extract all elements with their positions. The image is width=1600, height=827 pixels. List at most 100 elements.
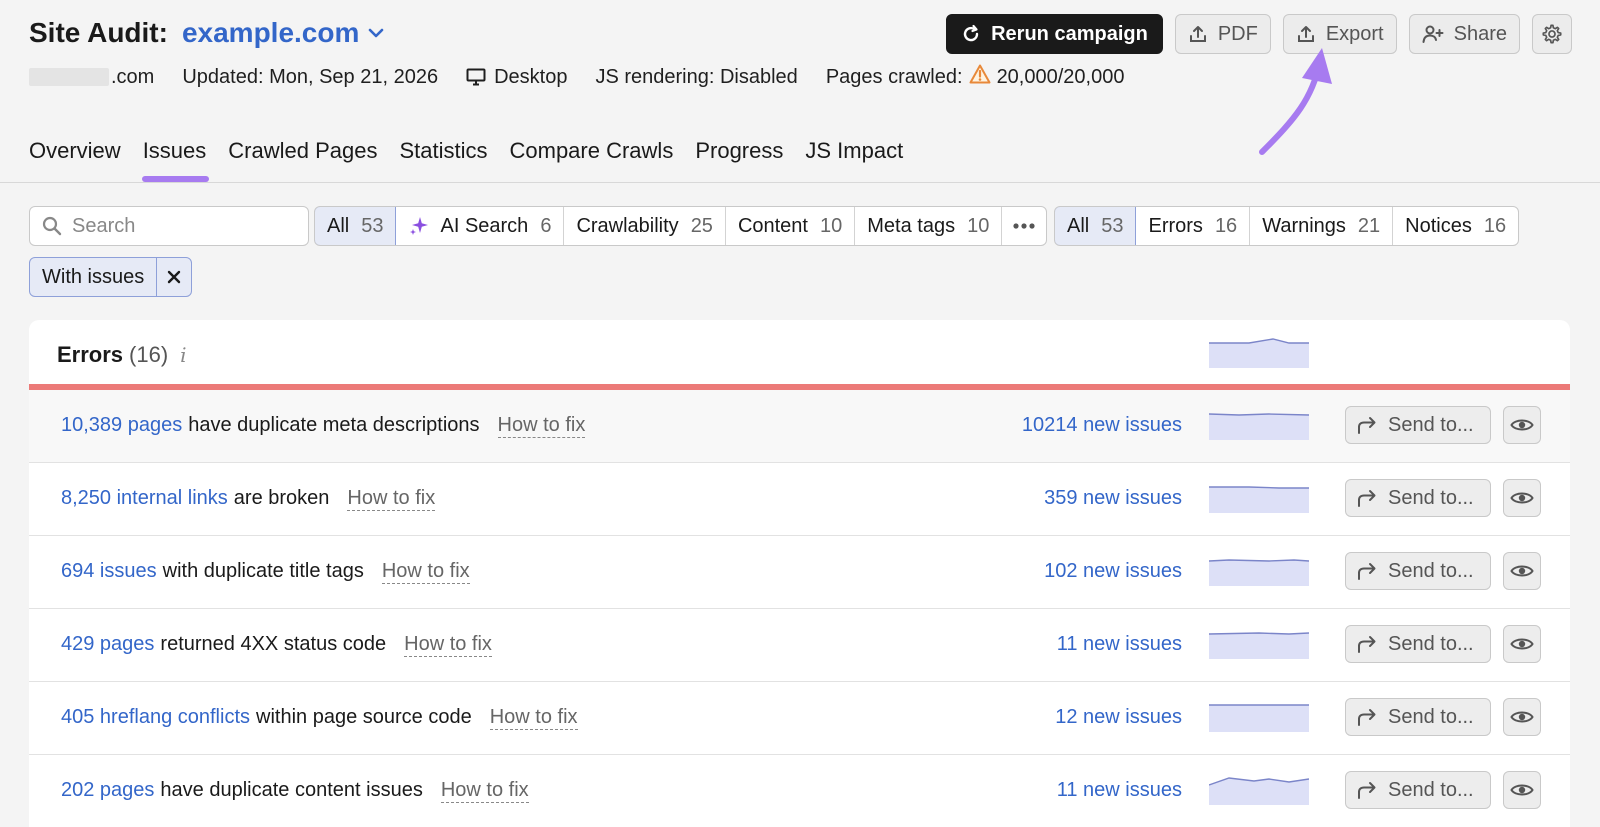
send-to-button[interactable]: Send to... [1345,479,1491,517]
issue-row: 694 issues with duplicate title tags How t… [29,536,1570,609]
pdf-button[interactable]: PDF [1174,14,1271,54]
filter-category-meta-tags[interactable]: Meta tags 10 [855,207,1003,245]
hide-issue-button[interactable] [1503,552,1541,590]
desktop-icon [466,66,488,88]
new-issues-link[interactable]: 10214 new issues [1022,414,1182,437]
upload-icon [1297,26,1314,42]
hide-issue-button[interactable] [1503,771,1541,809]
share-button[interactable]: Share [1408,14,1520,54]
issue-text: returned 4XX status code [160,633,387,655]
hide-issue-button[interactable] [1503,406,1541,444]
filter-category-ai-search[interactable]: AI Search 6 [396,207,565,245]
issue-text: are broken [233,487,330,509]
title-row: Site Audit: example.com [29,14,387,52]
issue-row: 10,389 pages have duplicate meta descript… [29,390,1570,463]
remove-filter-button[interactable] [157,258,191,296]
issue-trend-sparkline [1209,777,1309,805]
tab-statistics[interactable]: Statistics [399,134,487,180]
filter-severity-all[interactable]: All 53 [1055,207,1137,245]
issue-description: 10,389 pages have duplicate meta descript… [61,414,586,438]
search-box [29,206,309,246]
eye-icon [1510,711,1534,723]
issue-count-link[interactable]: 202 pages [61,779,154,803]
errors-trend-sparkline [1209,338,1309,368]
hide-issue-button[interactable] [1503,698,1541,736]
export-button[interactable]: Export [1282,14,1397,54]
issue-description: 694 issues with duplicate title tags How t… [61,560,470,584]
tab-js-impact[interactable]: JS Impact [805,134,903,180]
page-title: Site Audit: [29,17,168,48]
how-to-fix-link[interactable]: How to fix [404,633,492,657]
share-arrow-icon [1358,490,1376,507]
hide-issue-button[interactable] [1503,479,1541,517]
send-to-button[interactable]: Send to... [1345,406,1491,444]
issue-count-link[interactable]: 694 issues [61,560,157,584]
severity-filter-group: All 53 Errors 16 Warnings 21 Notices 16 [1054,206,1520,246]
tab-overview[interactable]: Overview [29,134,121,180]
gear-icon [1542,24,1562,44]
close-icon [168,270,181,284]
send-to-button[interactable]: Send to... [1345,552,1491,590]
how-to-fix-link[interactable]: How to fix [440,779,529,803]
errors-card-header: Errors (16) i [29,320,1570,390]
settings-button[interactable] [1532,14,1572,54]
issue-trend-sparkline [1209,632,1309,659]
chip-label: With issues [30,258,158,296]
filter-category-content[interactable]: Content 10 [726,207,856,245]
new-issues-link[interactable]: 11 new issues [1057,633,1182,656]
more-dots-icon [1013,223,1035,229]
sparkle-icon [410,217,429,235]
issue-count-link[interactable]: 8,250 internal links [61,487,228,511]
search-icon [42,216,62,236]
tab-compare-crawls[interactable]: Compare Crawls [510,134,674,180]
issue-text: have duplicate content issues [160,779,423,801]
filter-severity-warnings[interactable]: Warnings 21 [1250,207,1394,245]
new-issues-link[interactable]: 102 new issues [1044,560,1182,583]
tab-crawled-pages[interactable]: Crawled Pages [228,134,377,180]
share-arrow-icon [1358,709,1376,726]
how-to-fix-link[interactable]: How to fix [381,560,470,584]
how-to-fix-link[interactable]: How to fix [497,414,586,438]
new-issues-link[interactable]: 11 new issues [1057,779,1182,802]
issue-count-link[interactable]: 10,389 pages [61,414,182,438]
page-header: Site Audit: example.com .com Updated: Mo… [0,0,1600,100]
rerun-campaign-button[interactable]: Rerun campaign [946,14,1163,54]
issue-text: within page source code [256,706,472,728]
issue-count-link[interactable]: 405 hreflang conflicts [61,706,250,730]
send-to-button[interactable]: Send to... [1345,698,1491,736]
issue-row: 8,250 internal links are broken How to fix… [29,463,1570,536]
filter-severity-notices[interactable]: Notices 16 [1393,207,1518,245]
issue-row: 202 pages have duplicate content issues Ho… [29,755,1570,827]
project-domain-selector[interactable]: example.com [182,17,359,49]
issue-text: with duplicate title tags [162,560,364,582]
search-input[interactable] [72,214,292,238]
info-icon[interactable]: i [180,343,186,367]
issue-row: 429 pages returned 4XX status code How to … [29,609,1570,682]
send-to-button[interactable]: Send to... [1345,625,1491,663]
more-filters-button[interactable] [1002,207,1046,245]
tab-progress[interactable]: Progress [695,134,783,180]
share-arrow-icon [1358,636,1376,653]
errors-list: 10,389 pages have duplicate meta descript… [29,390,1570,827]
active-filter-chip: With issues [29,257,193,297]
pages-crawled: Pages crawled: 20,000/20,000 [826,64,1124,90]
upload-icon [1189,26,1206,42]
errors-title: Errors (16) i [57,342,187,367]
issue-description: 429 pages returned 4XX status code How to … [61,633,492,657]
warning-icon [969,64,991,90]
new-issues-link[interactable]: 359 new issues [1044,487,1182,510]
filter-category-all[interactable]: All 53 [315,207,397,245]
tab-issues[interactable]: Issues [141,134,209,182]
device-indicator: Desktop [466,66,567,89]
how-to-fix-link[interactable]: How to fix [489,706,578,730]
eye-icon [1510,784,1534,796]
filter-category-crawlability[interactable]: Crawlability 25 [564,207,726,245]
issue-count-link[interactable]: 429 pages [61,633,154,657]
issue-trend-sparkline [1209,486,1309,513]
filter-severity-errors[interactable]: Errors 16 [1136,207,1251,245]
send-to-button[interactable]: Send to... [1345,771,1491,809]
how-to-fix-link[interactable]: How to fix [347,487,436,511]
chevron-down-icon[interactable] [367,23,387,43]
new-issues-link[interactable]: 12 new issues [1055,706,1182,729]
hide-issue-button[interactable] [1503,625,1541,663]
